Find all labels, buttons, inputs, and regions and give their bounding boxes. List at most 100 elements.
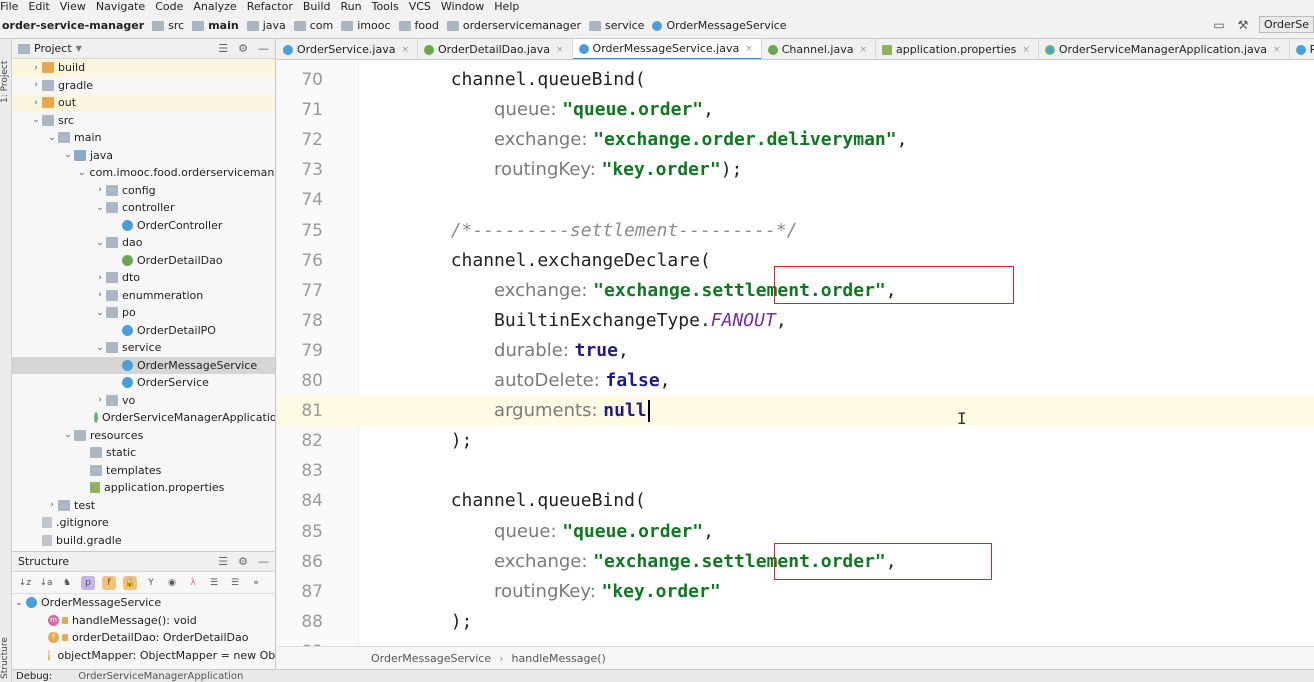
structure-member[interactable]: f orderDetailDao: OrderDetailDao bbox=[12, 629, 275, 647]
menu-window[interactable]: Window bbox=[441, 0, 484, 13]
nav-crumb[interactable]: OrderMessageService bbox=[652, 19, 787, 32]
close-icon[interactable]: × bbox=[745, 44, 753, 54]
collapse-all-icon[interactable]: ☰ bbox=[218, 42, 228, 55]
tree-item[interactable]: › vo bbox=[12, 392, 275, 410]
nav-crumb[interactable]: order-service-manager bbox=[2, 19, 144, 32]
tree-item[interactable]: OrderServiceManagerApplication bbox=[12, 409, 275, 427]
tree-item[interactable]: static bbox=[12, 444, 275, 462]
menu-build[interactable]: Build bbox=[303, 0, 331, 13]
sort-visibility-icon[interactable]: ↓a bbox=[39, 576, 53, 590]
menu-edit[interactable]: Edit bbox=[28, 0, 49, 13]
nav-crumb[interactable]: food bbox=[398, 19, 439, 32]
close-icon[interactable]: × bbox=[556, 45, 564, 55]
chevron-down-icon[interactable]: ⌄ bbox=[62, 430, 74, 440]
chevron-down-icon[interactable]: ⌄ bbox=[94, 203, 106, 213]
code-line[interactable]: 83 bbox=[277, 456, 1314, 486]
tree-item[interactable]: .gitignore bbox=[12, 514, 275, 532]
menu-refactor[interactable]: Refactor bbox=[247, 0, 293, 13]
nav-crumb[interactable]: orderservicemanager bbox=[446, 19, 581, 32]
chevron-down-icon[interactable]: ⌄ bbox=[94, 238, 106, 248]
chevron-down-icon[interactable]: ⌄ bbox=[94, 343, 106, 353]
editor-tab[interactable]: OrderMessageService.java × bbox=[572, 39, 762, 59]
structure-tool-button[interactable]: Structure bbox=[0, 629, 12, 679]
chevron-right-icon[interactable]: › bbox=[30, 80, 42, 90]
show-inherited-icon[interactable]: ♞ bbox=[60, 576, 74, 590]
nav-crumb[interactable]: src bbox=[152, 19, 184, 32]
tree-item[interactable]: ⌄ po bbox=[12, 304, 275, 322]
tree-item[interactable]: application.properties bbox=[12, 479, 275, 497]
project-panel-title[interactable]: Project bbox=[34, 42, 72, 55]
menu-navigate[interactable]: Navigate bbox=[96, 0, 145, 13]
structure-member[interactable]: m handleMessage(): void bbox=[12, 612, 275, 630]
chevron-right-icon[interactable]: › bbox=[94, 395, 106, 405]
show-properties-icon[interactable]: p bbox=[81, 575, 95, 590]
chevron-down-icon[interactable]: ⌄ bbox=[94, 308, 106, 318]
tree-item[interactable]: › gradle bbox=[12, 77, 275, 95]
chevron-down-icon[interactable]: ⌄ bbox=[30, 115, 42, 125]
code-line[interactable]: 84 channel.queueBind( bbox=[277, 486, 1314, 516]
more-icon[interactable]: » bbox=[249, 576, 263, 590]
tree-item[interactable]: ⌄ java bbox=[12, 147, 275, 165]
chevron-down-icon[interactable]: ⌄ bbox=[46, 133, 58, 143]
tree-item[interactable]: ⌄ main bbox=[12, 129, 275, 147]
menu-view[interactable]: View bbox=[60, 0, 86, 13]
editor-tab[interactable]: OrderServiceManagerApplication.java × bbox=[1039, 39, 1290, 59]
hammer-icon[interactable]: ⚒ bbox=[1235, 17, 1251, 33]
chevron-right-icon[interactable]: › bbox=[46, 500, 58, 510]
tree-item[interactable]: › config bbox=[12, 182, 275, 200]
tree-item[interactable]: ⌄ service bbox=[12, 339, 275, 357]
chevron-down-icon[interactable]: ⌄ bbox=[62, 150, 74, 160]
hide-panel-icon[interactable]: — bbox=[258, 555, 269, 568]
close-icon[interactable]: × bbox=[401, 45, 409, 55]
chevron-right-icon[interactable]: › bbox=[30, 98, 42, 108]
settings-gear-icon[interactable]: ⚙ bbox=[238, 42, 248, 55]
code-line[interactable]: 85 queue: "queue.order", bbox=[277, 517, 1314, 547]
tree-item[interactable]: › out bbox=[12, 94, 275, 112]
tree-item[interactable]: ⌄ controller bbox=[12, 199, 275, 217]
close-icon[interactable]: × bbox=[1273, 45, 1281, 55]
tree-item[interactable]: ⌄ resources bbox=[12, 427, 275, 445]
filter-icon[interactable]: Y bbox=[144, 576, 158, 590]
tree-item[interactable]: ⌄ src bbox=[12, 112, 275, 130]
settings-gear-icon[interactable]: ⚙ bbox=[238, 555, 248, 568]
code-line[interactable]: 74 bbox=[277, 185, 1314, 215]
project-tool-button[interactable]: 1: Project bbox=[0, 43, 12, 103]
tree-item[interactable]: OrderController bbox=[12, 217, 275, 235]
structure-root[interactable]: ⌄ OrderMessageService bbox=[12, 594, 275, 612]
editor-tab[interactable]: RabbitConfig.java× bbox=[1290, 39, 1314, 59]
nav-crumb[interactable]: java bbox=[246, 19, 286, 32]
tree-item[interactable]: OrderMessageService bbox=[12, 356, 275, 374]
menu-analyze[interactable]: Analyze bbox=[193, 0, 236, 13]
menu-run[interactable]: Run bbox=[341, 0, 362, 13]
chevron-right-icon[interactable]: › bbox=[30, 63, 42, 73]
dropdown-arrow-icon[interactable]: ▼ bbox=[76, 44, 82, 53]
tree-item[interactable]: › build bbox=[12, 59, 275, 77]
nav-crumb[interactable]: main bbox=[192, 19, 239, 32]
code-line[interactable]: 75 /*---------settlement---------*/ bbox=[277, 216, 1314, 246]
nav-crumb[interactable]: service bbox=[589, 19, 644, 32]
editor-tab[interactable]: application.properties × bbox=[876, 39, 1039, 59]
menu-tools[interactable]: Tools bbox=[372, 0, 399, 13]
close-icon[interactable]: × bbox=[859, 45, 867, 55]
editor-tab[interactable]: OrderService.java × bbox=[277, 39, 419, 59]
tree-item[interactable]: › test bbox=[12, 497, 275, 515]
tree-item[interactable]: › dto bbox=[12, 269, 275, 287]
code-line[interactable]: 89 bbox=[277, 637, 1314, 646]
menu-help[interactable]: Help bbox=[494, 0, 519, 13]
code-line[interactable]: 80 autoDelete: false, bbox=[277, 366, 1314, 396]
nav-crumb[interactable]: imooc bbox=[341, 19, 391, 32]
tree-item[interactable]: templates bbox=[12, 462, 275, 480]
chevron-right-icon[interactable]: › bbox=[94, 185, 106, 195]
tree-item[interactable]: › enummeration bbox=[12, 287, 275, 305]
breadcrumb-method[interactable]: handleMessage() bbox=[512, 652, 606, 665]
nav-crumb[interactable]: com bbox=[293, 19, 333, 32]
code-editor[interactable]: 70 channel.queueBind(71 queue: "queue.or… bbox=[277, 60, 1314, 646]
code-line[interactable]: 78 BuiltinExchangeType.FANOUT, bbox=[277, 306, 1314, 336]
structure-member[interactable]: f objectMapper: ObjectMapper = new Obj bbox=[12, 647, 275, 665]
code-line[interactable]: 82 ); bbox=[277, 426, 1314, 456]
anonymous-classes-icon[interactable]: ◉ bbox=[165, 576, 179, 590]
editor-tab[interactable]: Channel.java × bbox=[762, 39, 877, 59]
collapse-all-icon[interactable]: ☰ bbox=[228, 576, 242, 590]
menu-file[interactable]: File bbox=[0, 0, 18, 13]
code-line[interactable]: 73 routingKey: "key.order"); bbox=[277, 155, 1314, 185]
